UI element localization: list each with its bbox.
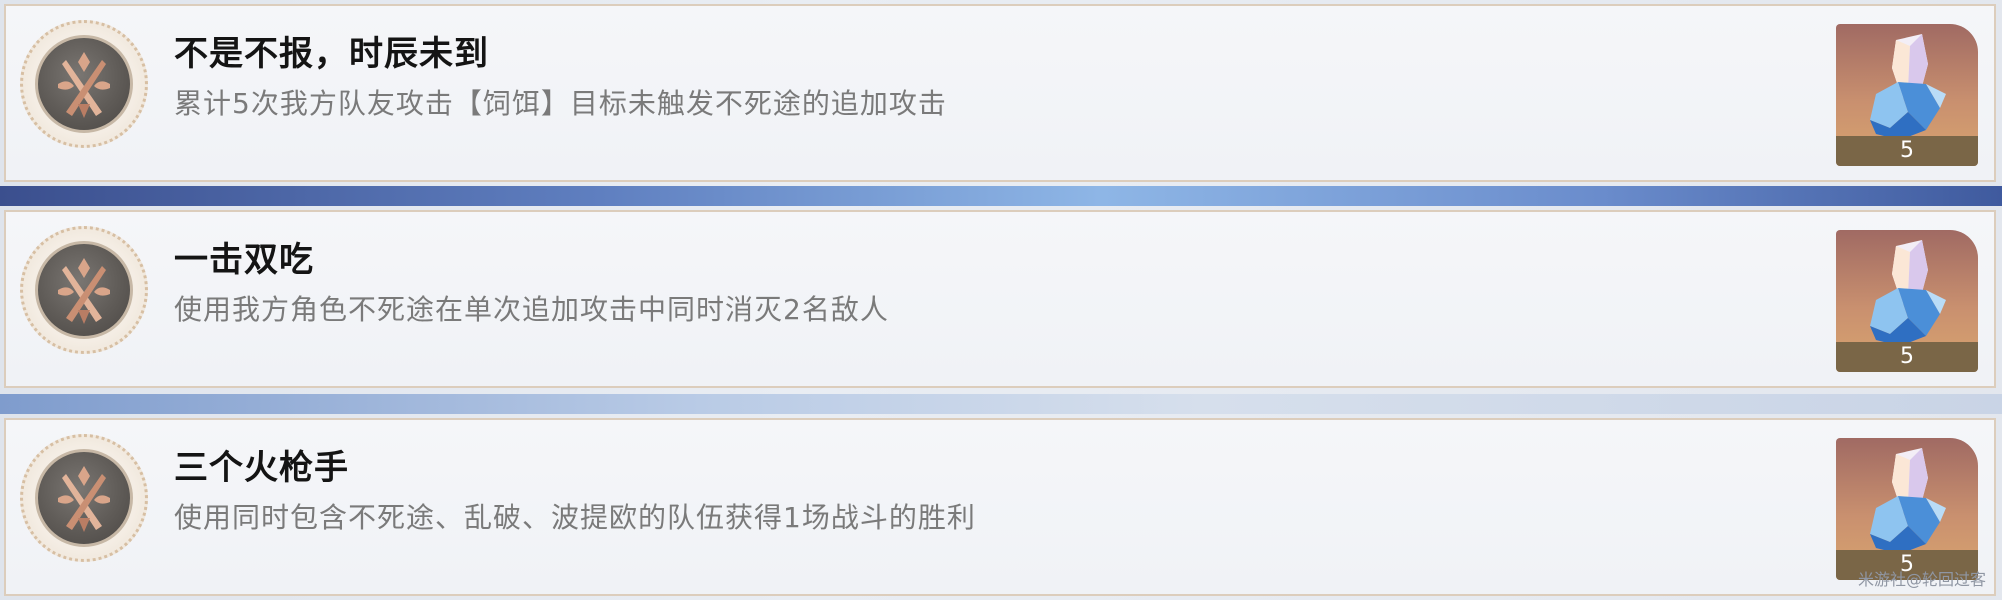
reward-item[interactable]: 5 [1836, 438, 1978, 580]
achievement-card[interactable]: 不是不报，时辰未到 累计5次我方队友攻击【饲饵】目标未触发不死途的追加攻击 5 [4, 4, 1996, 182]
reward-count: 5 [1900, 138, 1914, 163]
achievement-medal [20, 434, 148, 562]
achievement-medal [20, 226, 148, 354]
achievement-title: 不是不报，时辰未到 [174, 34, 489, 74]
reward-item[interactable]: 5 [1836, 24, 1978, 166]
achievement-description: 使用我方角色不死途在单次追加攻击中同时消灭2名敌人 [174, 293, 889, 326]
achievement-description: 使用同时包含不死途、乱破、波提欧的队伍获得1场战斗的胜利 [174, 501, 976, 534]
crossed-blades-medal-icon [35, 241, 133, 339]
divider-band [0, 394, 2002, 414]
reward-item[interactable]: 5 [1836, 230, 1978, 372]
achievement-card[interactable]: 三个火枪手 使用同时包含不死途、乱破、波提欧的队伍获得1场战斗的胜利 5 [4, 418, 1996, 596]
watermark: 米游社@轮回过客 [1857, 570, 1986, 589]
achievement-description: 累计5次我方队友攻击【饲饵】目标未触发不死途的追加攻击 [174, 87, 947, 120]
achievement-card[interactable]: 一击双吃 使用我方角色不死途在单次追加攻击中同时消灭2名敌人 5 [4, 210, 1996, 388]
divider-band [0, 186, 2002, 206]
achievement-title: 三个火枪手 [174, 448, 349, 488]
achievement-title: 一击双吃 [174, 240, 314, 280]
crossed-blades-medal-icon [35, 449, 133, 547]
crossed-blades-medal-icon [35, 35, 133, 133]
achievement-medal [20, 20, 148, 148]
reward-count: 5 [1900, 344, 1914, 369]
